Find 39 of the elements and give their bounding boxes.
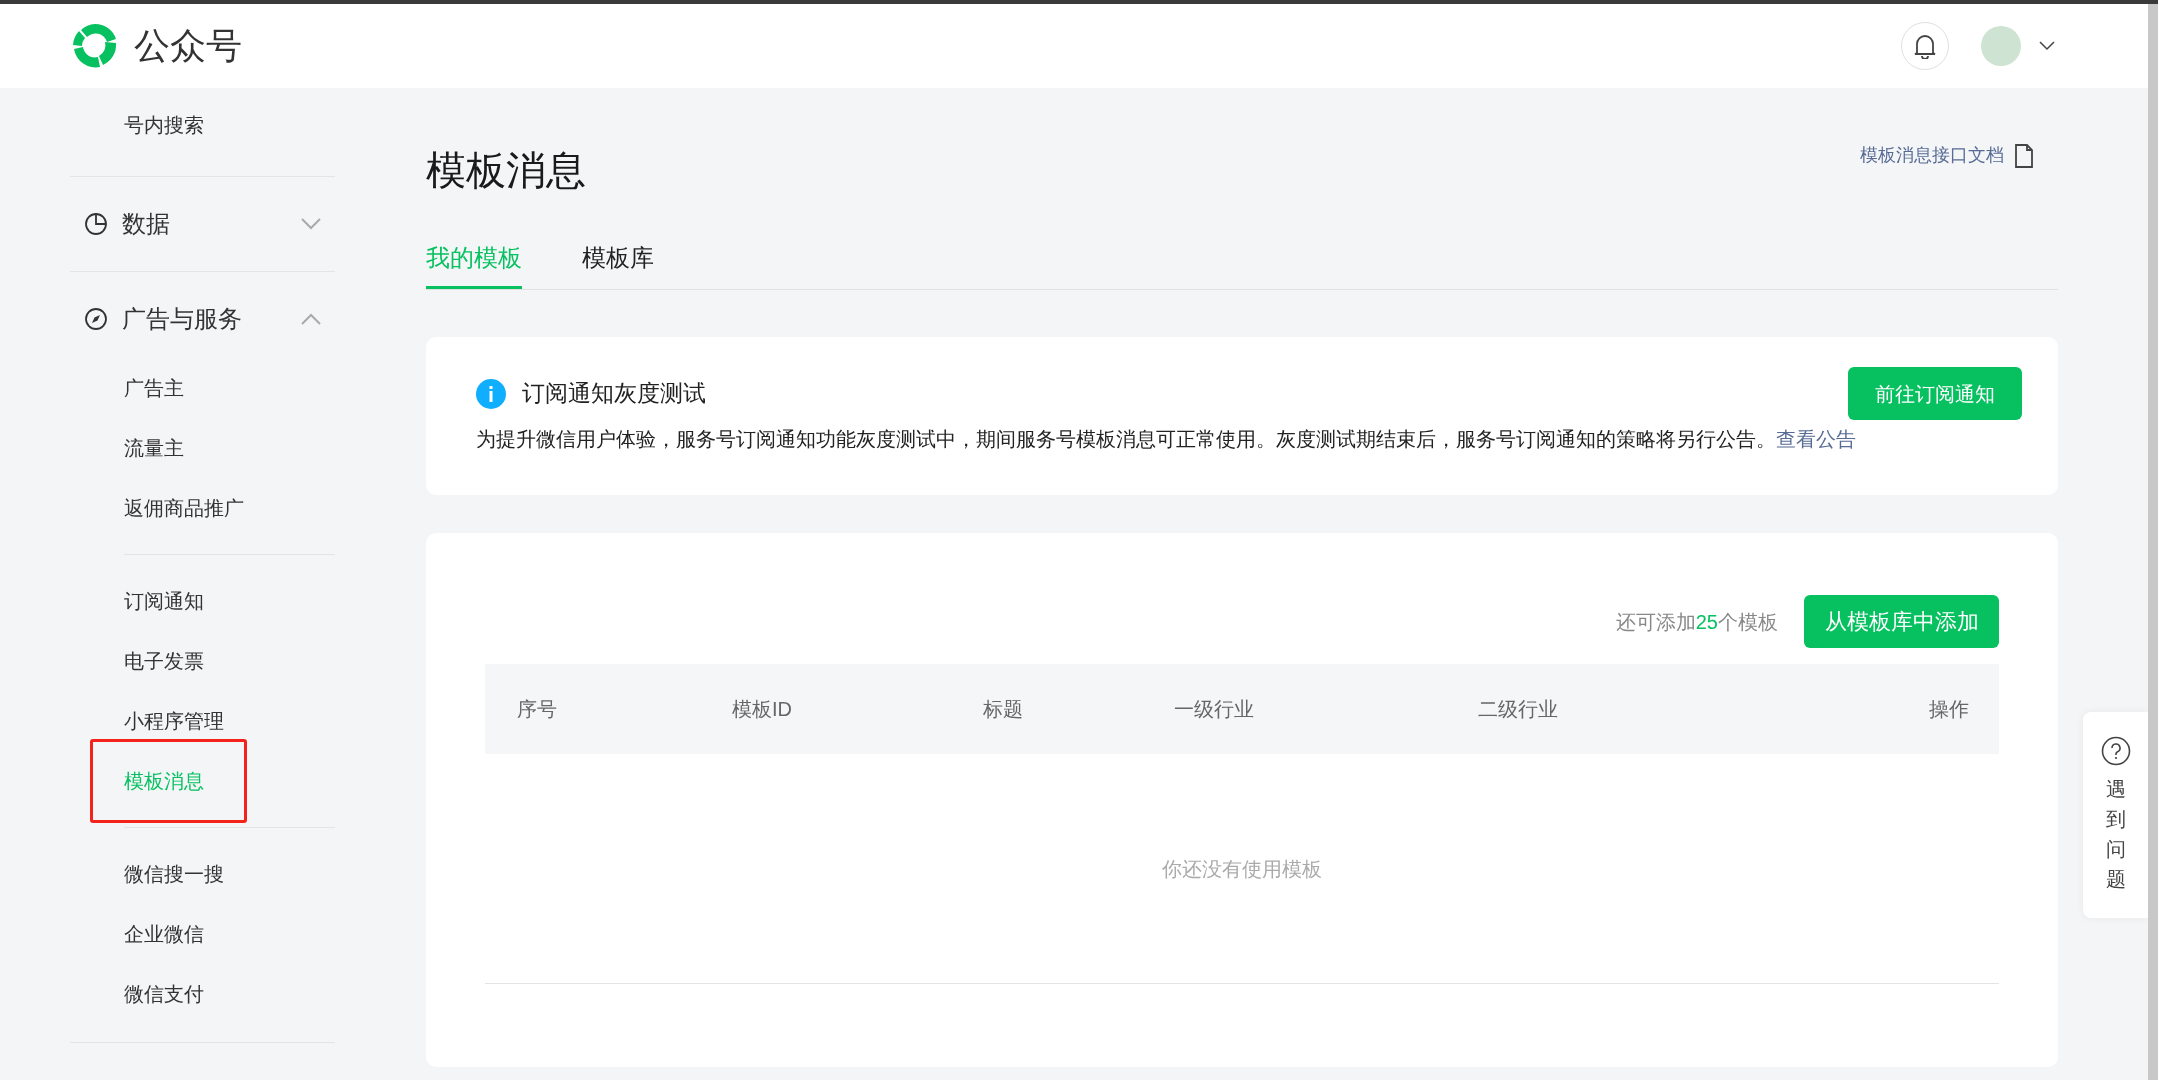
help-label: 遇到问题 <box>2105 777 2126 892</box>
avatar-placeholder[interactable] <box>1981 26 2021 66</box>
chevron-down-icon[interactable] <box>2039 41 2055 51</box>
sidebar-item[interactable]: 广告主 <box>124 373 184 403</box>
pie-chart-icon <box>84 212 108 236</box>
bell-icon <box>1913 33 1937 59</box>
sidebar-item[interactable]: 微信支付 <box>124 979 204 1009</box>
doc-link[interactable]: 模板消息接口文档 <box>1860 142 2004 169</box>
sidebar-item[interactable]: 订阅通知 <box>124 586 204 616</box>
column-header: 一级行业 <box>1174 697 1255 722</box>
column-header: 模板ID <box>732 697 793 722</box>
brand-title: 公众号 <box>134 24 242 68</box>
quota-text: 还可添加25个模板 <box>1615 609 1778 635</box>
sidebar-group[interactable]: 数据 <box>122 206 301 242</box>
notice-text: 为提升微信用户体验，服务号订阅通知功能灰度测试中，期间服务号模板消息可正常使用。灰度测试期结束后，服务号订阅通知的策略将另行公告。查看公告 <box>476 427 1857 452</box>
chevron-up-icon[interactable] <box>301 313 321 325</box>
column-header: 操作 <box>1929 697 1969 722</box>
compass-icon <box>84 307 108 331</box>
sidebar-item[interactable]: 小程序管理 <box>124 706 224 736</box>
column-header: 二级行业 <box>1478 697 1559 722</box>
help-panel[interactable]: 遇到问题 <box>2083 712 2148 918</box>
sidebar-group[interactable]: 广告与服务 <box>122 301 301 337</box>
sidebar-item[interactable]: 微信搜一搜 <box>124 859 224 889</box>
question-icon <box>2100 736 2131 766</box>
notice-title: 订阅通知灰度测试 <box>522 379 706 409</box>
scrollbar[interactable] <box>2148 4 2158 1080</box>
page-title: 模板消息 <box>426 147 586 194</box>
empty-state-text: 你还没有使用模板 <box>1162 856 1322 882</box>
document-icon <box>2014 142 2034 169</box>
info-icon <box>476 378 506 409</box>
sidebar-item[interactable]: 流量主 <box>124 433 184 463</box>
sidebar-item[interactable]: 返佣商品推广 <box>124 493 244 523</box>
announcement-link[interactable]: 查看公告 <box>1776 428 1856 450</box>
sidebar-item[interactable]: 企业微信 <box>124 919 204 949</box>
sidebar-item[interactable]: 号内搜索 <box>124 110 204 140</box>
tab[interactable]: 模板库 <box>582 240 654 289</box>
column-header: 标题 <box>983 697 1024 722</box>
sidebar-item[interactable]: 电子发票 <box>124 646 204 676</box>
column-header: 序号 <box>517 697 558 722</box>
